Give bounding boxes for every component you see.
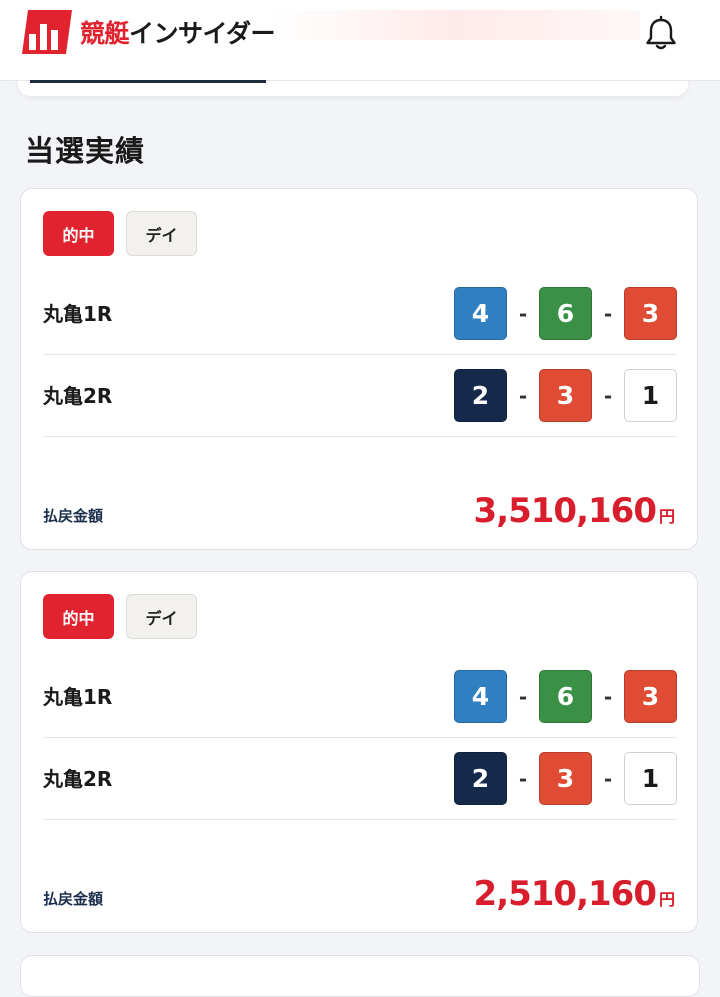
result-card: 的中 デイ 丸亀1R 4 - 6 - 3 丸亀2R 2 - 3 - 1 払戻金額…	[20, 571, 698, 933]
app-header: 競艇インサイダー	[0, 0, 720, 81]
number-separator: -	[518, 766, 528, 791]
result-number: 3	[624, 670, 677, 723]
payout-label: 払戻金額	[43, 507, 104, 525]
result-card: 的中 デイ 丸亀1R 4 - 6 - 3 丸亀2R 2 - 3 - 1 払戻金額…	[20, 188, 698, 550]
logo-mark-icon	[22, 10, 72, 54]
race-name: 丸亀1R	[43, 685, 113, 709]
number-separator: -	[518, 383, 528, 408]
result-number: 4	[454, 670, 507, 723]
number-separator: -	[518, 301, 528, 326]
bell-icon[interactable]	[640, 12, 682, 54]
result-number: 1	[624, 369, 677, 422]
next-result-card	[20, 955, 700, 997]
result-number: 3	[624, 287, 677, 340]
result-number: 2	[454, 369, 507, 422]
payout-value: 2,510,160	[473, 874, 657, 914]
logo-text-dark: インサイダー	[129, 19, 276, 48]
payout-amount: 2,510,160 円	[474, 874, 675, 914]
result-number: 4	[454, 287, 507, 340]
payout-amount: 3,510,160 円	[474, 491, 675, 531]
result-numbers: 4 - 6 - 3	[454, 287, 677, 340]
type-badge: デイ	[126, 211, 197, 256]
race-row: 丸亀2R 2 - 3 - 1	[43, 738, 677, 820]
result-number: 3	[539, 752, 592, 805]
section-title: 当選実績	[25, 134, 146, 168]
race-row: 丸亀1R 4 - 6 - 3	[43, 656, 677, 738]
header-banner	[270, 10, 640, 40]
result-numbers: 2 - 3 - 1	[454, 369, 677, 422]
race-row: 丸亀1R 4 - 6 - 3	[43, 273, 677, 355]
number-separator: -	[603, 301, 613, 326]
race-name: 丸亀1R	[43, 302, 113, 326]
result-number: 3	[539, 369, 592, 422]
payout-label: 払戻金額	[43, 890, 104, 908]
number-separator: -	[603, 766, 613, 791]
result-number: 6	[539, 287, 592, 340]
result-number: 2	[454, 752, 507, 805]
race-name: 丸亀2R	[43, 384, 113, 408]
logo-text-red: 競艇	[80, 19, 130, 48]
previous-card-underline	[30, 80, 266, 83]
result-number: 1	[624, 752, 677, 805]
race-name: 丸亀2R	[43, 767, 113, 791]
logo-text: 競艇インサイダー	[80, 14, 276, 50]
hit-badge: 的中	[43, 594, 114, 639]
result-numbers: 2 - 3 - 1	[454, 752, 677, 805]
type-badge: デイ	[126, 594, 197, 639]
site-logo[interactable]: 競艇インサイダー	[22, 9, 276, 55]
payout-unit: 円	[658, 507, 675, 526]
result-numbers: 4 - 6 - 3	[454, 670, 677, 723]
payout-unit: 円	[658, 890, 675, 909]
payout-value: 3,510,160	[473, 491, 657, 531]
result-number: 6	[539, 670, 592, 723]
hit-badge: 的中	[43, 211, 114, 256]
number-separator: -	[603, 684, 613, 709]
race-row: 丸亀2R 2 - 3 - 1	[43, 355, 677, 437]
number-separator: -	[603, 383, 613, 408]
number-separator: -	[518, 684, 528, 709]
